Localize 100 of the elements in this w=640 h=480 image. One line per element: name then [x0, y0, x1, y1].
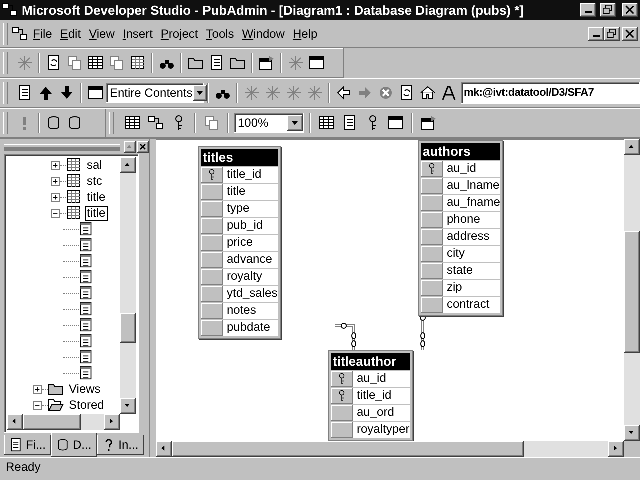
arrow-up-icon: [38, 85, 54, 101]
status-text: Ready: [6, 460, 41, 474]
scroll-down-button[interactable]: [120, 398, 136, 414]
dropdown-button[interactable]: [192, 85, 207, 101]
scope-dropdown[interactable]: Entire Contents: [106, 83, 204, 103]
scroll-right-button[interactable]: [608, 441, 624, 457]
open-folder-icon: [48, 397, 64, 413]
menu-item[interactable]: View: [86, 24, 120, 42]
column-name: price: [226, 235, 254, 251]
expand-button[interactable]: [51, 176, 60, 186]
menu-item[interactable]: Help: [290, 24, 323, 42]
table-box[interactable]: titles title_id title type pub_id price advance royalty ytd_sales notes pubdate: [198, 146, 281, 339]
plus-icon: [34, 386, 41, 392]
plus-icon: [52, 194, 59, 200]
page-icon: [9, 438, 23, 452]
scroll-left-button[interactable]: [156, 441, 172, 457]
scroll-thumb[interactable]: [23, 414, 81, 430]
arrow-left-icon: [336, 85, 352, 101]
minimize-button[interactable]: [588, 26, 604, 40]
arrow-right-icon: [356, 85, 372, 101]
menu-item[interactable]: Tools: [203, 24, 240, 42]
column-name: title_id: [356, 388, 392, 404]
tree-item[interactable]: stc: [85, 174, 104, 188]
row-selector[interactable]: [331, 371, 353, 387]
scroll-left-button[interactable]: [7, 414, 23, 430]
column-name: state: [446, 263, 474, 279]
window-icon: [308, 55, 324, 71]
diagram-icon: [148, 115, 164, 131]
panel-tab[interactable]: Fi...: [4, 435, 51, 455]
scroll-down-button[interactable]: [624, 425, 640, 441]
column-name: title: [226, 184, 246, 200]
tree-item[interactable]: Views: [67, 382, 103, 396]
scroll-thumb[interactable]: [172, 441, 524, 457]
panel-tab[interactable]: D...: [51, 433, 97, 457]
dropdown-button[interactable]: [287, 115, 303, 131]
close-button[interactable]: [622, 3, 638, 17]
scroll-up-button[interactable]: [120, 157, 136, 173]
window-icon: [88, 85, 104, 101]
column-name: pub_id: [226, 218, 264, 234]
app-icon: [2, 2, 18, 18]
expand-button[interactable]: [33, 384, 42, 394]
close-icon: [624, 4, 636, 16]
window-icon: [388, 115, 404, 131]
tree-item[interactable]: sal: [85, 158, 104, 172]
relationship-line[interactable]: [334, 323, 356, 350]
refresh-icon: [398, 85, 414, 101]
collapse-button[interactable]: [51, 208, 60, 218]
copy-icon: [108, 55, 124, 71]
arrow-down-icon: [58, 85, 74, 101]
home-icon: [420, 85, 436, 101]
minimize-icon: [592, 34, 600, 36]
table-icon: [130, 55, 146, 71]
scroll-up-button[interactable]: [624, 139, 640, 155]
panel-tab[interactable]: In...: [96, 435, 144, 455]
menu-item[interactable]: File: [30, 24, 58, 42]
page-icon: [342, 115, 358, 131]
table-box[interactable]: authors au_id au_lname au_fname phone address city state zip contract: [418, 140, 504, 316]
sparkle-icon: [306, 85, 322, 101]
table-title: titles: [201, 149, 278, 166]
menu-item[interactable]: Project: [158, 24, 204, 42]
expand-button[interactable]: [51, 160, 60, 170]
tree-item[interactable]: title: [85, 190, 108, 204]
scroll-thumb[interactable]: [624, 231, 640, 353]
column-name: notes: [226, 303, 256, 319]
grid-icon: [88, 55, 104, 71]
page-icon: [16, 85, 32, 101]
scroll-right-button[interactable]: [104, 414, 120, 430]
row-selector[interactable]: [331, 388, 353, 404]
maximize-button[interactable]: [124, 141, 136, 153]
menu-item[interactable]: Edit: [57, 24, 86, 42]
font-icon: [440, 85, 456, 101]
database-icon: [56, 438, 70, 452]
zoom-dropdown[interactable]: 100%: [234, 113, 304, 133]
restore-icon: [602, 4, 614, 16]
close-icon: [624, 28, 636, 40]
restore-button[interactable]: [600, 3, 616, 17]
refresh-icon: [46, 55, 62, 71]
row-selector[interactable]: [201, 167, 223, 183]
restore-button[interactable]: [604, 26, 620, 40]
minimize-button[interactable]: [580, 3, 596, 17]
column-name: ytd_sales: [226, 286, 278, 302]
window-title: Microsoft Developer Studio - PubAdmin - [Diagram1 : Database Diagram (pubs) *]: [22, 2, 526, 18]
menu-item[interactable]: Window: [239, 24, 290, 42]
column-name: address: [446, 229, 490, 245]
menu-item[interactable]: Insert: [120, 24, 158, 42]
tree-item[interactable]: title: [85, 206, 108, 220]
properties-icon: [258, 55, 274, 71]
collapse-button[interactable]: [33, 400, 42, 410]
close-button[interactable]: [622, 26, 638, 40]
tree-item[interactable]: Stored: [67, 398, 106, 412]
grid-icon: [124, 115, 140, 131]
sparkle-icon: [286, 85, 302, 101]
table-box[interactable]: titleauthor au_id title_id au_ord royaltyper: [328, 350, 413, 441]
table-title: authors: [421, 143, 500, 160]
expand-button[interactable]: [51, 192, 60, 202]
close-button[interactable]: [137, 141, 149, 153]
address-field[interactable]: mk:@ivt:datatool/D3/SFA7: [461, 82, 640, 104]
scroll-thumb[interactable]: [120, 313, 136, 343]
row-selector[interactable]: [421, 161, 443, 177]
column-name: au_ord: [356, 405, 394, 421]
